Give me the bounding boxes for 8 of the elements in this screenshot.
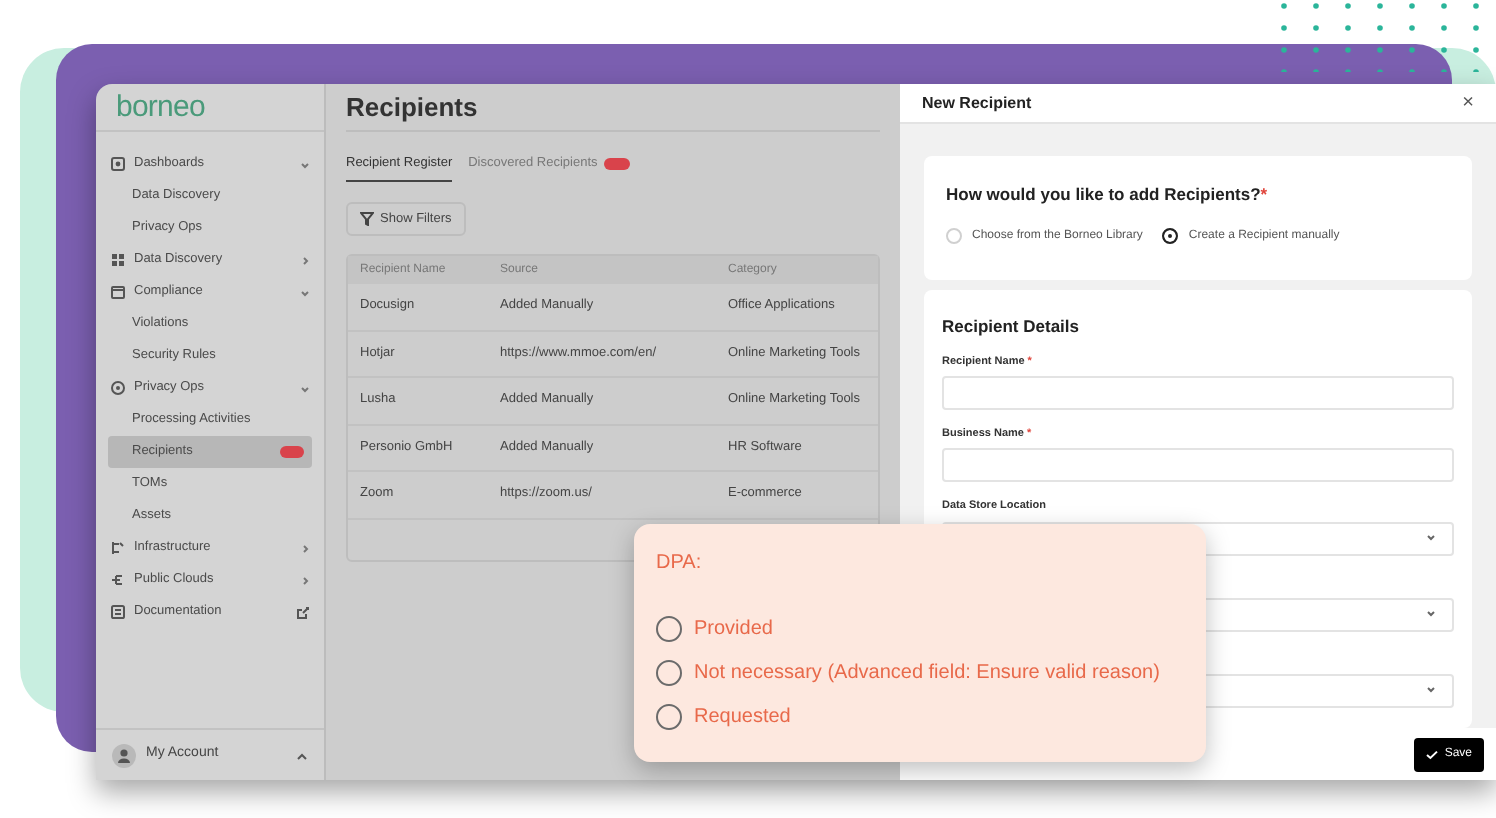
radio-label: Provided <box>694 615 773 643</box>
radio-label: Requested <box>694 703 791 731</box>
section-title: Recipient Details <box>942 314 1081 340</box>
page-title: Recipients <box>346 89 478 126</box>
popover-title: DPA: <box>656 550 702 578</box>
question-text: How would you like to add Recipients?* <box>946 182 1270 208</box>
radio-label: Not necessary (Advanced field: Ensure valid reason) <box>694 659 1160 687</box>
drawer-title: New Recipient <box>922 91 1032 115</box>
